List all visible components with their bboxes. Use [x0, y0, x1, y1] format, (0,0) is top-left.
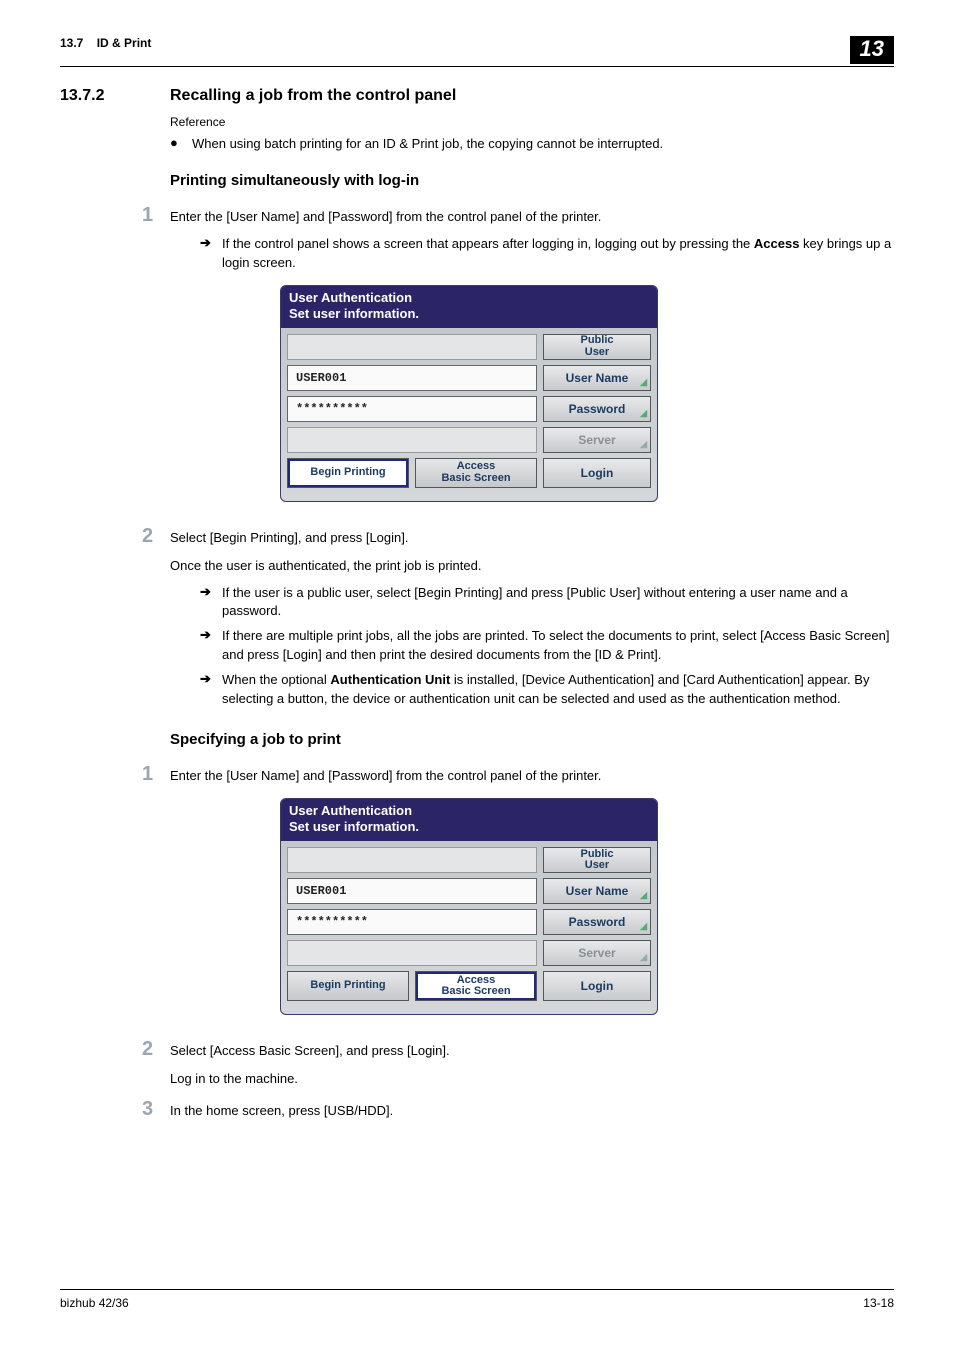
step-number: 1 — [60, 763, 170, 786]
step-continuation: Log in to the machine. — [170, 1069, 894, 1089]
user-name-button[interactable]: User Name◢ — [543, 365, 651, 391]
password-field[interactable]: ********** — [287, 909, 537, 935]
password-field[interactable]: ********** — [287, 396, 537, 422]
header-section-number: 13.7 — [60, 36, 83, 50]
arrow-icon: ➔ — [200, 627, 222, 665]
step-number: 2 — [60, 1038, 170, 1061]
bullet-icon: ● — [170, 135, 192, 154]
running-header: 13.7 ID & Print — [60, 36, 151, 50]
blank-field — [287, 334, 537, 360]
arrow-icon: ➔ — [200, 584, 222, 622]
heading-printing-simultaneously: Printing simultaneously with log-in — [170, 172, 894, 189]
login-button[interactable]: Login — [543, 458, 651, 488]
subsection-number: 13.7.2 — [60, 87, 170, 105]
login-button[interactable]: Login — [543, 971, 651, 1001]
step-number: 2 — [60, 525, 170, 548]
password-button[interactable]: Password◢ — [543, 909, 651, 935]
footer-page: 13-18 — [863, 1296, 894, 1310]
blank-field — [287, 847, 537, 873]
username-field[interactable]: USER001 — [287, 365, 537, 391]
username-field[interactable]: USER001 — [287, 878, 537, 904]
server-field — [287, 427, 537, 453]
arrow-text: If there are multiple print jobs, all th… — [222, 627, 894, 665]
access-basic-screen-toggle[interactable]: AccessBasic Screen — [415, 458, 537, 488]
reference-label: Reference — [170, 115, 894, 129]
step-text: In the home screen, press [USB/HDD]. — [170, 1097, 894, 1121]
password-button[interactable]: Password◢ — [543, 396, 651, 422]
arrow-text: If the user is a public user, select [Be… — [222, 584, 894, 622]
panel-title: User Authentication Set user information… — [281, 799, 657, 842]
footer-model: bizhub 42/36 — [60, 1296, 129, 1310]
auth-panel: User Authentication Set user information… — [280, 285, 658, 503]
public-user-button[interactable]: Public User — [543, 847, 651, 873]
public-user-button[interactable]: Public User — [543, 334, 651, 360]
arrow-icon: ➔ — [200, 671, 222, 709]
heading-specifying-job: Specifying a job to print — [170, 731, 894, 748]
server-button: Server◢ — [543, 427, 651, 453]
step-continuation: Once the user is authenticated, the prin… — [170, 556, 894, 576]
step-number: 3 — [60, 1098, 170, 1121]
arrow-text: When the optional Authentication Unit is… — [222, 671, 894, 709]
step-text: Select [Access Basic Screen], and press … — [170, 1037, 894, 1061]
user-name-button[interactable]: User Name◢ — [543, 878, 651, 904]
access-basic-screen-toggle[interactable]: AccessBasic Screen — [415, 971, 537, 1001]
step-text: Enter the [User Name] and [Password] fro… — [170, 203, 894, 227]
step-text: Select [Begin Printing], and press [Logi… — [170, 524, 894, 548]
step-text: Enter the [User Name] and [Password] fro… — [170, 762, 894, 786]
header-section-title: ID & Print — [97, 36, 152, 50]
server-button: Server◢ — [543, 940, 651, 966]
step-number: 1 — [60, 204, 170, 227]
auth-panel: User Authentication Set user information… — [280, 798, 658, 1016]
subsection-title: Recalling a job from the control panel — [170, 87, 894, 105]
begin-printing-toggle[interactable]: Begin Printing — [287, 971, 409, 1001]
panel-title: User Authentication Set user information… — [281, 286, 657, 329]
chapter-badge: 13 — [850, 36, 894, 64]
arrow-icon: ➔ — [200, 235, 222, 273]
reference-text: When using batch printing for an ID & Pr… — [192, 135, 894, 154]
server-field — [287, 940, 537, 966]
arrow-text: If the control panel shows a screen that… — [222, 235, 894, 273]
begin-printing-toggle[interactable]: Begin Printing — [287, 458, 409, 488]
